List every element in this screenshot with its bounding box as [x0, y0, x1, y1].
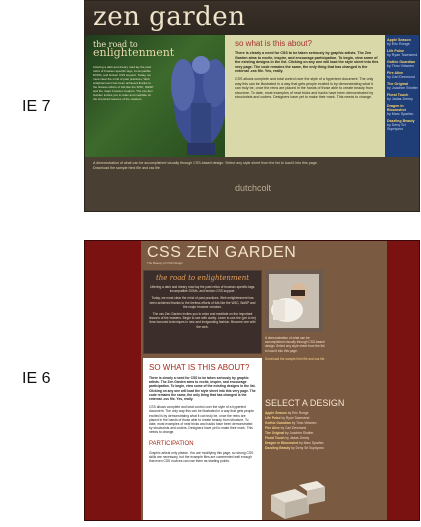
ie6-participation-heading: PARTICIPATION — [149, 440, 194, 447]
ie6-road-text-2: Today, we must clear the mind of past pr… — [149, 296, 256, 309]
ie7-design-link[interactable]: Floral Touch by Jadas Jimmy — [387, 93, 419, 101]
ie7-paragraph-2: CSS allows complete and total control ov… — [235, 76, 374, 100]
ie6-design-list: Apple Season by Eric Ronge Life Pulse by… — [265, 411, 327, 451]
ie6-main-content: SO WHAT IS THIS ABOUT? There is clearly … — [143, 358, 262, 520]
ie6-section-heading: SO WHAT IS THIS ABOUT? — [149, 363, 250, 372]
ie6-road-text-1: Littering a dark and dreary road lay the… — [149, 285, 256, 294]
ie7-design-link[interactable]: Fire Alive by Carl Desmond — [387, 71, 419, 79]
ie7-label: IE 7 — [22, 98, 51, 115]
ie6-download-links[interactable]: Download the sample html file and css fi… — [265, 357, 327, 361]
ie7-design-link[interactable]: Dazzling Beauty by Deny Sri Supriyono — [387, 119, 419, 131]
ie7-design-link[interactable]: Life Pulse by Ryan Townsend — [387, 49, 419, 57]
angel-statue-image — [171, 56, 225, 155]
ie7-design-link[interactable]: Apple Season by Eric Ronge — [387, 38, 419, 46]
ie7-main-content: so what is this about? There is clearly … — [225, 35, 385, 157]
ie7-section-heading: so what is this about? — [235, 39, 312, 48]
ie6-screenshot: CSS ZEN GARDEN The Beauty of CSS Design … — [84, 240, 420, 521]
ie7-header: zen garden — [85, 1, 419, 35]
ie6-road-panel: the road to enlightenment Littering a da… — [143, 270, 262, 354]
ie7-paragraph-1: There is clearly a need for CSS to be ta… — [235, 51, 379, 74]
ie7-site-title: zen garden — [93, 2, 246, 32]
man-in-box-photo — [265, 270, 323, 332]
ie7-left-text: Littering a dark and dreary road lay the… — [93, 65, 154, 101]
ie7-footer: A demonstration of what can be accomplis… — [85, 157, 419, 211]
ie7-design-link[interactable]: The Original by Joachim Shotter — [387, 82, 419, 90]
ie7-body: the road to enlightenment Littering a da… — [85, 35, 419, 157]
ie7-left-panel: the road to enlightenment Littering a da… — [85, 35, 225, 157]
ie6-paragraph-1: There is clearly a need for CSS to be ta… — [149, 376, 256, 402]
ie6-paragraph-3: Graphic artists only please. You are mod… — [149, 450, 254, 464]
download-links[interactable]: Download the sample html file and css fi… — [93, 166, 318, 171]
ie6-road-heading: the road to enlightenment — [155, 274, 250, 282]
cardboard-boxes-image — [265, 473, 327, 520]
designer-credit: dutchcolt — [235, 183, 272, 193]
ie7-design-link[interactable]: Dragen in Bloomshot by Marc Sparfan — [387, 104, 419, 116]
ie7-road-heading: the road to enlightenment — [93, 41, 175, 59]
comparison-figure: IE 7 IE 6 zen garden the road to enlight… — [0, 0, 421, 527]
ie6-right-text: A demonstration of what can be accomplis… — [265, 336, 327, 361]
ie7-screenshot: zen garden the road to enlightenment Lit… — [84, 0, 420, 212]
ie6-select-design-heading: SELECT A DESIGN — [265, 398, 345, 408]
ie6-road-text-3: The css Zen Garden invites you to relax … — [149, 312, 256, 329]
ie6-site-title: CSS ZEN GARDEN — [147, 244, 297, 261]
road-line-2: enlightenment — [93, 46, 175, 59]
ie7-footer-text: A demonstration of what can be accomplis… — [93, 161, 318, 171]
ie7-design-link[interactable]: Gothic Guardian by Timo Virtanen — [387, 60, 419, 68]
ie6-label: IE 6 — [22, 370, 51, 387]
ie6-design-link[interactable]: Dazzling Beauty by Deny Sri Supriyono — [265, 446, 327, 451]
ie6-paragraph-2: CSS allows complete and total control ov… — [149, 405, 254, 435]
ie6-subtitle: The Beauty of CSS Design — [147, 261, 183, 265]
ie6-description: A demonstration of what can be accomplis… — [265, 336, 325, 353]
ie7-design-sidebar: Apple Season by Eric Ronge Life Pulse by R… — [385, 35, 419, 157]
